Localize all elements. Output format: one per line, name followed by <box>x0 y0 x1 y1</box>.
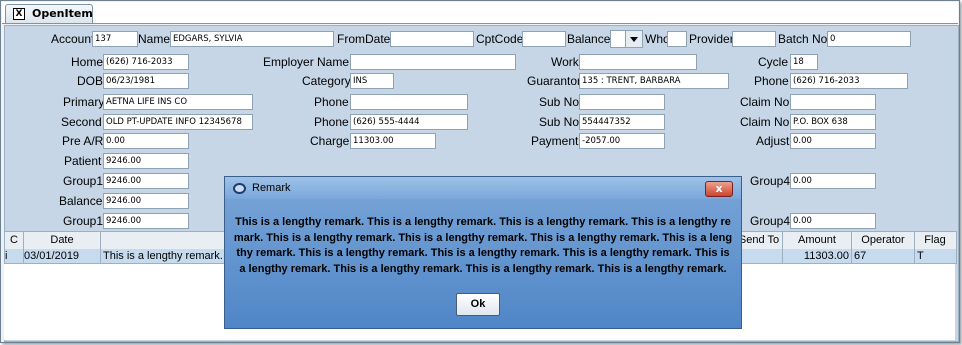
provider-label: Provider <box>689 32 734 46</box>
app-window: X OpenItem Account 137 Name EDGARS, SYLV… <box>0 0 960 343</box>
cycle-label: Cycle <box>758 55 789 69</box>
col-date-header[interactable]: Date <box>24 232 101 249</box>
phone1-label: Phone <box>314 95 349 109</box>
employer-field[interactable] <box>350 54 516 70</box>
primary-field[interactable]: AETNA LIFE INS CO <box>103 94 253 110</box>
subno1-field[interactable] <box>579 94 665 110</box>
ok-button[interactable]: Ok <box>456 293 500 316</box>
home-label: Home <box>71 55 104 69</box>
prear-label: Pre A/R <box>62 134 104 148</box>
who-field[interactable] <box>667 31 687 47</box>
cell-flag: T <box>917 250 924 262</box>
group1b-label: Group1 <box>63 214 104 228</box>
tab-close-icon[interactable]: X <box>13 8 25 20</box>
group4a-field[interactable]: 0.00 <box>790 173 876 189</box>
guarantor-label: Guarantor <box>527 74 582 88</box>
account-label: Account <box>51 32 95 46</box>
tab-openitem[interactable]: X OpenItem <box>5 4 93 23</box>
balance2-field[interactable]: 9246.00 <box>103 193 189 209</box>
phone3-label: Phone <box>754 74 789 88</box>
primary-label: Primary <box>63 95 105 109</box>
category-label: Category <box>302 74 351 88</box>
group1-label: Group1 <box>63 174 104 188</box>
subno2-field[interactable]: 554447352 <box>579 114 665 130</box>
name-field[interactable]: EDGARS, SYLVIA <box>170 31 334 47</box>
remark-message: This is a lengthy remark. This is a leng… <box>233 216 733 275</box>
home-field[interactable]: (626) 716-2033 <box>103 54 189 70</box>
col-flag-header[interactable]: Flag <box>915 232 955 249</box>
claimno1-label: Claim No <box>740 95 790 109</box>
eye-icon <box>233 183 246 194</box>
group1b-field[interactable]: 9246.00 <box>103 213 189 229</box>
second-label: Second <box>61 115 102 129</box>
who-label: Who <box>645 32 670 46</box>
phone2-field[interactable]: (626) 555-4444 <box>350 114 468 130</box>
dialog-title: Remark <box>252 182 291 194</box>
balance2-label: Balance <box>59 194 103 208</box>
cycle-field[interactable]: 18 <box>790 54 818 70</box>
col-sendto-header[interactable]: Send To <box>736 232 783 249</box>
cell-date: 03/01/2019 <box>24 249 101 263</box>
cell-operator: 67 <box>852 249 915 263</box>
patient-field[interactable]: 9246.00 <box>103 153 189 169</box>
batch-field[interactable]: 0 <box>827 31 911 47</box>
cptcode-label: CptCode <box>476 32 524 46</box>
dob-label: DOB <box>77 74 104 88</box>
second-field[interactable]: OLD PT-UPDATE INFO 12345678 <box>103 114 253 130</box>
remark-dialog: Remark x This is a lengthy remark. This … <box>224 176 742 329</box>
phone1-field[interactable] <box>350 94 468 110</box>
guarantor-field[interactable]: 135 : TRENT, BARBARA <box>579 73 729 89</box>
balance-label: Balance <box>567 32 611 46</box>
charge-field[interactable]: 11303.00 <box>350 133 436 149</box>
adjust-field[interactable]: 0.00 <box>790 133 876 149</box>
group1-field[interactable]: 9246.00 <box>103 173 189 189</box>
claimno2-label: Claim No <box>740 115 790 129</box>
cell-c: i <box>5 249 24 263</box>
provider-field[interactable] <box>732 31 776 47</box>
phone3-field[interactable]: (626) 716-2033 <box>790 73 908 89</box>
charge-label: Charge <box>310 134 350 148</box>
subno2-label: Sub No <box>539 115 580 129</box>
col-c-header[interactable]: C <box>5 232 24 249</box>
prear-field[interactable]: 0.00 <box>103 133 189 149</box>
group4b-field[interactable]: 0.00 <box>790 213 876 229</box>
cell-sendto <box>736 249 783 263</box>
close-button[interactable]: x <box>705 181 733 197</box>
employer-label: Employer Name <box>263 55 350 69</box>
name-label: Name <box>138 32 171 46</box>
dialog-titlebar[interactable]: Remark x <box>225 177 741 199</box>
work-label: Work <box>551 55 579 69</box>
group4b-label: Group4 <box>750 214 791 228</box>
batch-label: Batch No. <box>778 32 831 46</box>
col-operator-header[interactable]: Operator <box>852 232 915 249</box>
cptcode-field[interactable] <box>522 31 566 47</box>
group4a-label: Group4 <box>750 174 791 188</box>
payment-field[interactable]: -2057.00 <box>579 133 665 149</box>
patient-label: Patient <box>64 154 102 168</box>
fromdate-field[interactable] <box>390 31 474 47</box>
claimno1-field[interactable] <box>790 94 876 110</box>
fromdate-label: FromDate <box>337 32 391 46</box>
payment-label: Payment <box>531 134 579 148</box>
chevron-down-icon[interactable] <box>625 30 643 48</box>
adjust-label: Adjust <box>756 134 790 148</box>
account-field[interactable]: 137 <box>92 31 138 47</box>
category-field[interactable]: INS <box>350 73 394 89</box>
dob-field[interactable]: 06/23/1981 <box>103 73 189 89</box>
tab-bar: X OpenItem <box>2 2 958 24</box>
cell-amount: 11303.00 <box>783 249 852 263</box>
claimno2-field[interactable]: P.O. BOX 638 <box>790 114 876 130</box>
subno1-label: Sub No <box>539 95 580 109</box>
tab-title: OpenItem <box>32 7 93 20</box>
col-amount-header[interactable]: Amount <box>783 232 852 249</box>
phone2-label: Phone <box>314 115 349 129</box>
work-field[interactable] <box>579 54 697 70</box>
